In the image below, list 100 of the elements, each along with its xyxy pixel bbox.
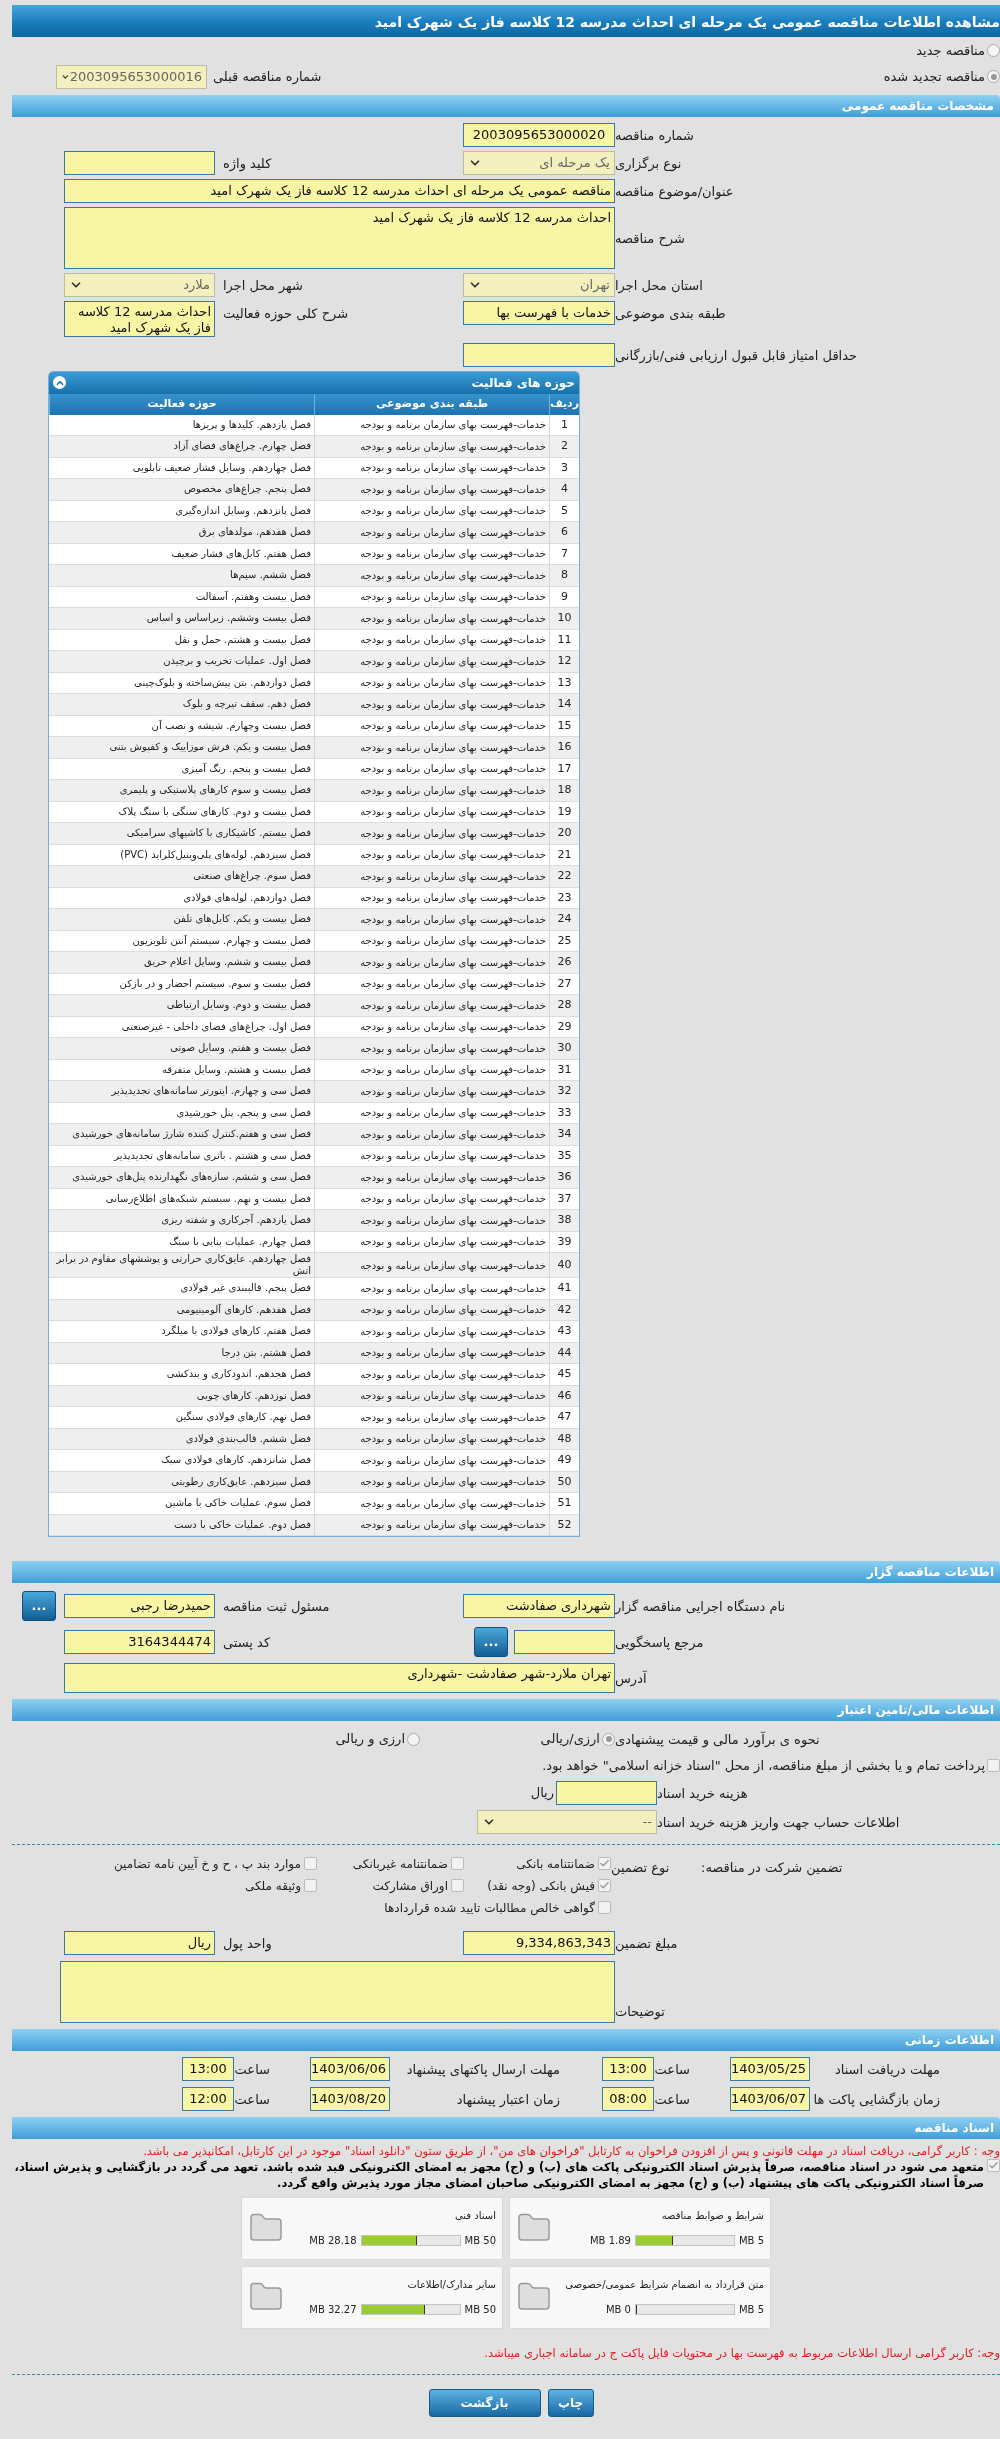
text-field[interactable]: 1403/05/25	[730, 2056, 810, 2081]
table-cell-text: فصل بیست وهفتم. آسفالت	[194, 589, 312, 605]
table-cell: 50	[549, 1471, 579, 1492]
table-cell: 6	[549, 522, 579, 543]
text-field[interactable]: ریال	[64, 1930, 215, 1955]
back-button[interactable]: بازگشت	[428, 2388, 541, 2417]
table-cell-text: فصل یازدهم. کلیدها و پریزها	[191, 417, 312, 433]
text-field[interactable]	[463, 342, 615, 367]
text-field[interactable]: خدمات با فهرست بها	[463, 300, 615, 325]
table-cell: 32	[549, 1081, 579, 1102]
dropdown[interactable]: 2003095653000016	[56, 64, 207, 89]
table-cell: خدمات-فهرست بهای سازمان برنامه و بودجه	[314, 543, 549, 564]
field-label: هزینه خرید اسناد	[657, 1785, 748, 1801]
table-cell-text: فصل پنجم. چراغ‌های مخصوص	[183, 482, 312, 497]
radio-button[interactable]	[407, 1732, 420, 1746]
table-cell: خدمات-فهرست بهای سازمان برنامه و بودجه	[314, 801, 549, 822]
table-cell-text: فصل هجدهم. اندودکاری و بندکشی	[165, 1367, 312, 1382]
table-cell: 7	[549, 543, 579, 564]
table-cell: 3	[549, 457, 579, 478]
table-cell: خدمات-فهرست بهای سازمان برنامه و بودجه	[314, 758, 549, 779]
text-field[interactable]: 3164344474	[64, 1630, 215, 1654]
text-field[interactable]: 1403/06/07	[730, 2086, 810, 2111]
text-field[interactable]: 12:00	[182, 2086, 234, 2111]
more-button[interactable]: ...	[474, 1627, 508, 1657]
text-area[interactable]: احداث مدرسه 12 کلاسه فاز یک شهرک امید	[64, 300, 215, 337]
checkbox-label: گواهی خالص مطالبات تایید شده قراردادها	[384, 1899, 595, 1917]
size-limit: 50 MB	[464, 2234, 496, 2248]
dropdown[interactable]: ملارد	[64, 272, 215, 297]
dropdown[interactable]: --	[477, 1809, 657, 1834]
text-field[interactable]: 9,334,863,343	[463, 1930, 615, 1955]
table-cell: خدمات-فهرست بهای سازمان برنامه و بودجه	[314, 1278, 549, 1299]
text-area[interactable]	[60, 1960, 615, 2023]
more-button[interactable]: ...	[22, 1591, 56, 1621]
print-button[interactable]: چاپ	[547, 2388, 594, 2417]
field-label: شماره مناقصه قبلی	[213, 67, 322, 87]
table-cell-text: فصل دهم. سقف تیرچه و بلوک	[181, 697, 312, 712]
checkbox[interactable]	[451, 1879, 464, 1892]
dropdown[interactable]: یک مرحله ای	[463, 150, 615, 175]
unit-label: ریال	[530, 1783, 554, 1803]
text-field[interactable]: حمیدرضا رجبی	[64, 1594, 215, 1618]
checkbox[interactable]	[987, 2158, 1000, 2172]
text-area[interactable]: تهران ملارد-شهر صفادشت -شهرداری	[64, 1663, 615, 1693]
table-cell: 48	[549, 1428, 579, 1449]
field-label: اطلاعات حساب جهت واریز هزینه خرید اسناد	[657, 1814, 900, 1830]
checkbox[interactable]	[598, 1901, 611, 1914]
page-title: مشاهده اطلاعات مناقصه عمومی یک مرحله ای احداث مدرسه 12 کلاسه فاز یک شهرک امید	[12, 5, 1000, 37]
field-label: زمان اعتبار پیشنهاد	[456, 2091, 560, 2107]
table-cell: 28	[549, 995, 579, 1016]
table-cell-text: فصل بیست و هفتم. وسایل صوتی	[169, 1041, 312, 1056]
commitment-text: متعهد می شود در اسناد مناقصه، صرفاً پذیرش اسناد الکترونیکی پاکت های (ب) و (ج) مجهز به امضای الکترونیکی قبد شده باشد. تعهد می گردد در بازگشایی و پذیرش اسناد، صرفاً اسناد الکترونیکی پاکت های پیشنهاد (ب) و (ج) مجهز به امضای الکترونیکی صاحبان امضای مجاز مورد پذیرش واقع گردد.	[13, 2158, 984, 2191]
checkbox[interactable]	[451, 1857, 464, 1870]
text-field[interactable]: 2003095653000020	[463, 122, 615, 147]
field-label: توضیحات	[615, 2003, 665, 2019]
text-area[interactable]: احداث مدرسه 12 کلاسه فاز یک شهرک امید	[64, 206, 615, 269]
text-field[interactable]: 08:00	[602, 2086, 654, 2111]
checkbox[interactable]	[598, 1857, 611, 1870]
text-field[interactable]	[64, 150, 215, 175]
text-field[interactable]	[556, 1780, 657, 1805]
table-cell-text: فصل هفدهم. مولدهای برق	[197, 525, 312, 540]
table-cell: خدمات-فهرست بهای سازمان برنامه و بودجه	[314, 844, 549, 865]
field-label: طبقه بندی موضوعی	[615, 305, 726, 321]
checkbox-label: اوراق مشارکت	[372, 1877, 448, 1895]
table-cell: خدمات-فهرست بهای سازمان برنامه و بودجه	[314, 500, 549, 521]
table-cell: 10	[549, 608, 579, 629]
radio-button[interactable]	[987, 70, 1000, 83]
table-cell: خدمات-فهرست بهای سازمان برنامه و بودجه	[314, 1299, 549, 1320]
table-cell: خدمات-فهرست بهای سازمان برنامه و بودجه	[314, 1210, 549, 1231]
file-category-name: متن قرارداد به انضمام شرایط عمومی/خصوصی	[564, 2278, 764, 2292]
text-field[interactable]: 1403/08/20	[310, 2086, 390, 2111]
table-cell-text: فصل یازدهم. آجرکاری و شفته ریزی	[160, 1212, 312, 1228]
text-field[interactable]	[514, 1630, 615, 1654]
text-field[interactable]: 1403/06/06	[310, 2056, 390, 2081]
file-category-name: اسناد فنی	[454, 2209, 496, 2223]
checkbox[interactable]	[598, 1879, 611, 1892]
text-field[interactable]: 13:00	[182, 2056, 234, 2081]
table-cell: خدمات-فهرست بهای سازمان برنامه و بودجه	[314, 586, 549, 607]
table-cell-text: فصل سوم. عملیات خاکی با ماشین	[164, 1496, 312, 1511]
field-label: مرجع پاسخگویی	[615, 1635, 704, 1650]
table-cell: 47	[549, 1407, 579, 1428]
checkbox-label: فیش بانکی (وجه نقد)	[487, 1877, 595, 1895]
text-field[interactable]: مناقصه عمومی یک مرحله ای احداث مدرسه 12 کلاسه فاز یک شهرک امید	[64, 178, 615, 203]
text-field[interactable]: 13:00	[602, 2056, 654, 2081]
used-size: 28.18 MB	[309, 2234, 357, 2248]
checkbox[interactable]	[987, 1759, 1000, 1773]
checkbox[interactable]	[304, 1879, 317, 1892]
table-cell-text: فصل نوزدهم. کارهای چوبی	[195, 1388, 312, 1404]
radio-button[interactable]	[987, 44, 1000, 58]
table-cell: خدمات-فهرست بهای سازمان برنامه و بودجه	[314, 651, 549, 672]
file-category-name: شرایط و ضوابط مناقصه	[660, 2209, 764, 2223]
size-limit: 5 MB	[738, 2303, 764, 2317]
table-cell: خدمات-فهرست بهای سازمان برنامه و بودجه	[314, 608, 549, 629]
collapse-icon[interactable]	[53, 376, 66, 389]
section-header: اطلاعات مناقصه گزار	[12, 1561, 1000, 1583]
dropdown[interactable]: تهران	[463, 272, 615, 297]
checkbox[interactable]	[304, 1857, 317, 1870]
table-cell-text: فصل بیست و چهارم. سیستم آنتن تلویزیون	[131, 933, 312, 949]
radio-button[interactable]	[602, 1732, 615, 1746]
field-label: تضمین شرکت در مناقصه:	[701, 1859, 843, 1875]
text-field[interactable]: شهرداری صفادشت	[463, 1594, 615, 1618]
table-cell-text: فصل پانزدهم. وسایل اندازه‌گیری	[174, 503, 312, 519]
